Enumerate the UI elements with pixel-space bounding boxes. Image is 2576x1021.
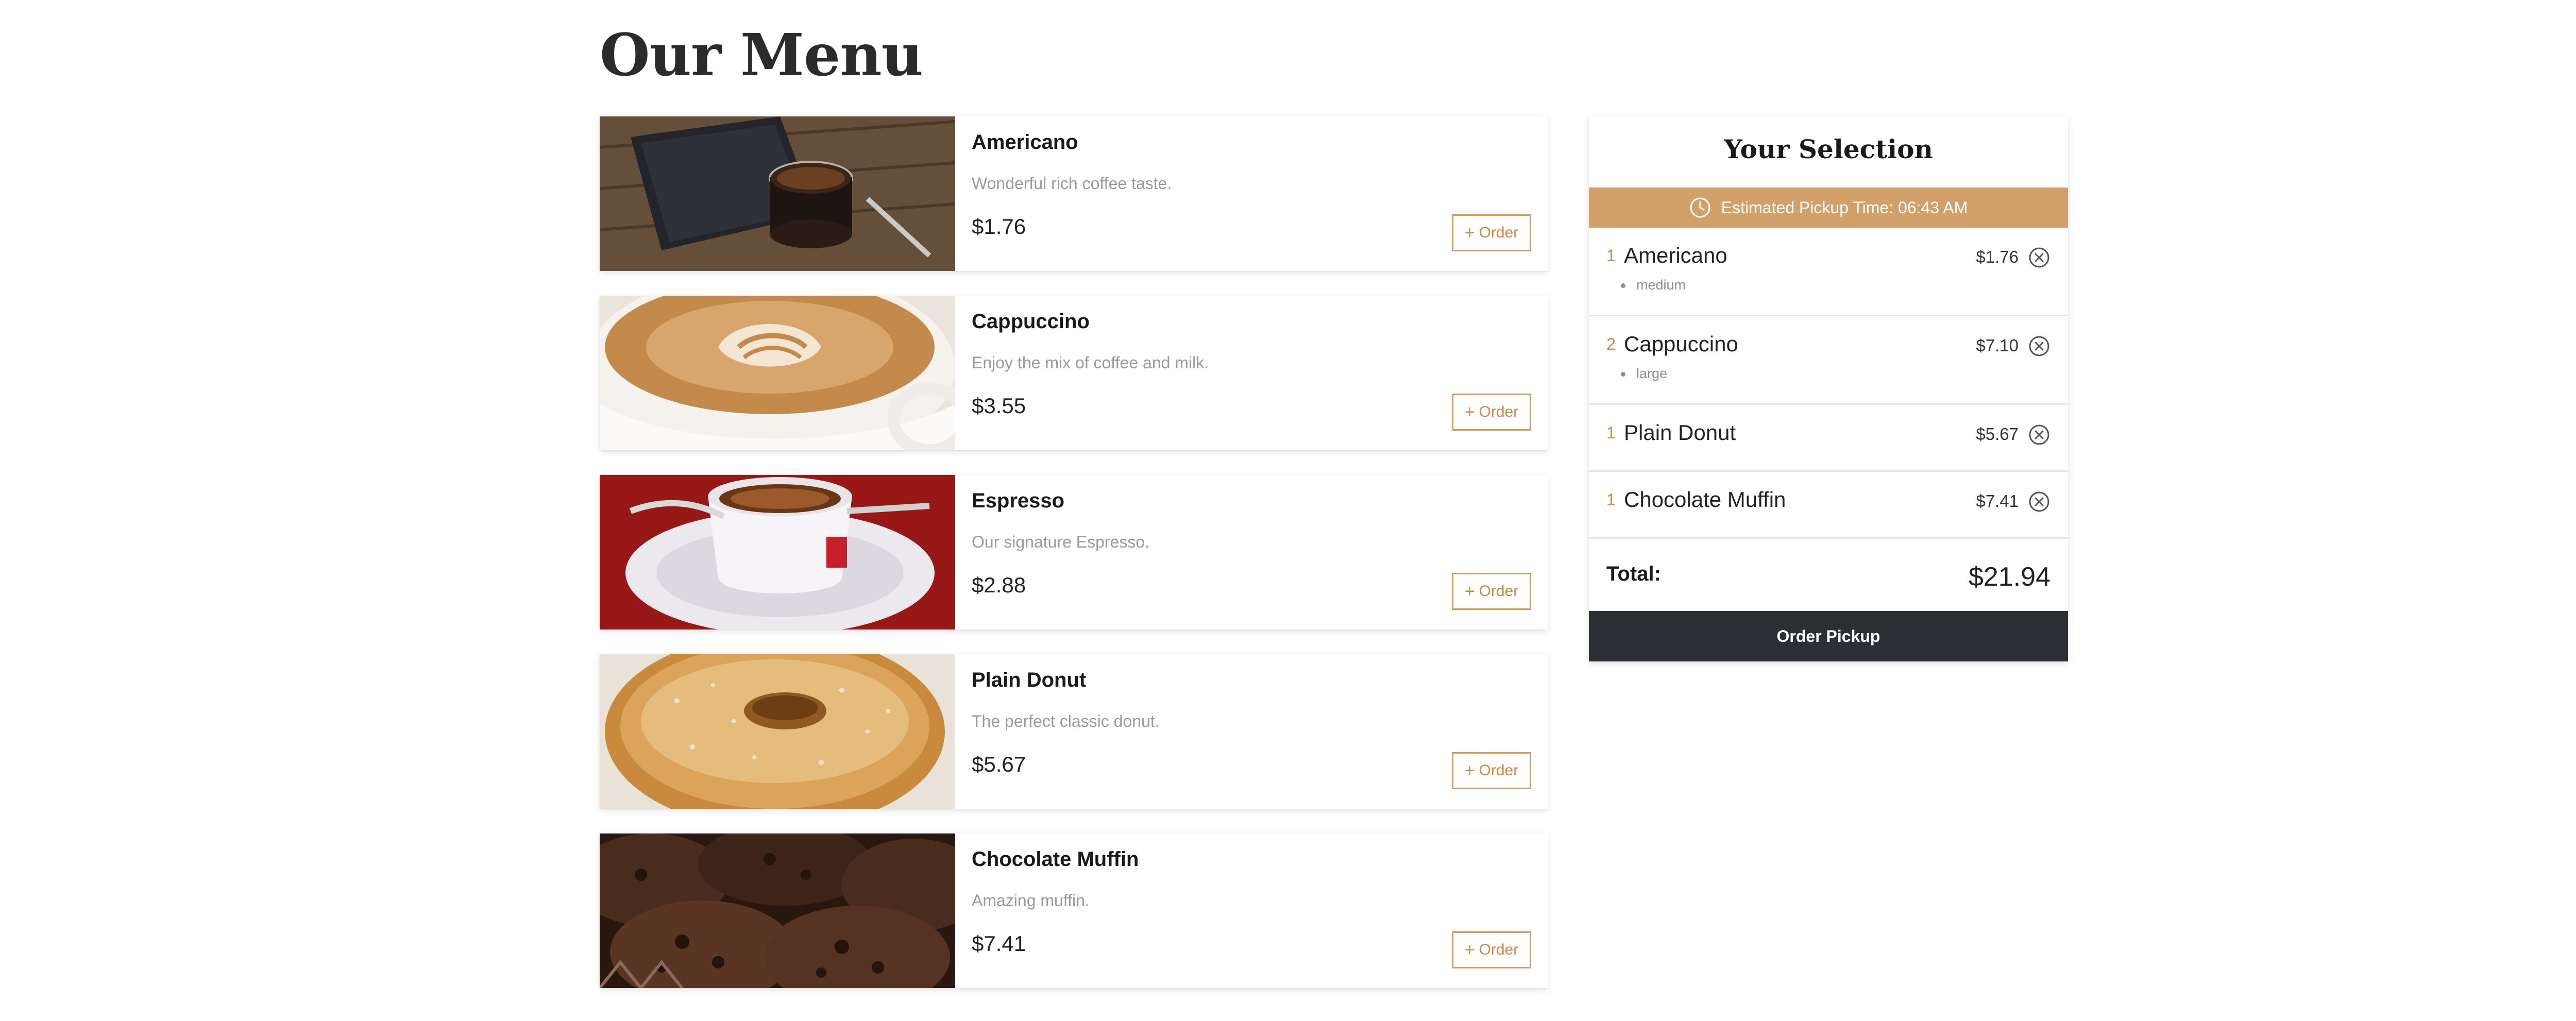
menu-item-price: $1.76 bbox=[972, 214, 1026, 239]
plus-icon: + bbox=[1464, 761, 1475, 780]
pickup-time-banner: Estimated Pickup Time: 06:43 AM bbox=[1589, 188, 2068, 228]
menu-item-espresso: Espresso Our signature Espresso. $2.88 +… bbox=[600, 475, 1548, 629]
menu-item-name: Americano bbox=[972, 131, 1078, 154]
order-pickup-button[interactable]: Order Pickup bbox=[1589, 611, 2068, 661]
remove-item-button[interactable] bbox=[2028, 490, 2050, 513]
menu-item-body: Americano Wonderful rich coffee taste. $… bbox=[955, 116, 1548, 271]
selection-title: Your Selection bbox=[1724, 134, 1933, 164]
selection-list: 1 Americano medium $1.76 2 Cappuccino la… bbox=[1589, 228, 2068, 539]
selection-panel: Your Selection Estimated Pickup Time: 06… bbox=[1589, 116, 2068, 661]
menu-item-chocolate-muffin: Chocolate Muffin Amazing muffin. $7.41 +… bbox=[600, 833, 1548, 988]
menu-item-description: Our signature Espresso. bbox=[972, 533, 1150, 551]
selection-item-size: medium bbox=[1620, 277, 1686, 293]
selection-row-plain-donut: 1 Plain Donut $5.67 bbox=[1589, 405, 2068, 472]
selection-qty: 1 bbox=[1606, 246, 1616, 265]
remove-item-button[interactable] bbox=[2028, 335, 2050, 358]
order-button-plain-donut[interactable]: + Order bbox=[1452, 752, 1531, 789]
menu-item-description: Wonderful rich coffee taste. bbox=[972, 174, 1172, 193]
selection-item-name: Americano bbox=[1624, 243, 1727, 267]
americano-photo bbox=[600, 116, 955, 271]
cappuccino-photo bbox=[600, 296, 955, 450]
plus-icon: + bbox=[1464, 940, 1475, 960]
order-button-chocolate-muffin[interactable]: + Order bbox=[1452, 931, 1531, 968]
muffin-photo bbox=[600, 833, 955, 988]
order-button-label: Order bbox=[1479, 762, 1519, 779]
selection-qty: 1 bbox=[1606, 423, 1616, 442]
order-button-cappuccino[interactable]: + Order bbox=[1452, 394, 1531, 431]
remove-item-button[interactable] bbox=[2028, 246, 2050, 269]
donut-photo bbox=[600, 654, 955, 809]
menu-item-name: Plain Donut bbox=[972, 669, 1087, 691]
plus-icon: + bbox=[1464, 402, 1475, 422]
page-title: Our Menu bbox=[600, 22, 923, 89]
menu-item-name: Cappuccino bbox=[972, 310, 1090, 333]
order-button-americano[interactable]: + Order bbox=[1452, 214, 1531, 251]
selection-item-price: $7.41 bbox=[1976, 491, 2019, 510]
menu-item-body: Espresso Our signature Espresso. $2.88 +… bbox=[955, 475, 1548, 629]
plus-icon: + bbox=[1464, 223, 1475, 243]
order-button-label: Order bbox=[1479, 224, 1519, 241]
order-button-label: Order bbox=[1479, 941, 1519, 958]
clock-icon bbox=[1689, 197, 1711, 218]
total-value: $21.94 bbox=[1968, 562, 2050, 592]
menu-item-description: The perfect classic donut. bbox=[972, 712, 1160, 730]
menu-item-body: Cappuccino Enjoy the mix of coffee and m… bbox=[955, 296, 1548, 450]
selection-row-americano: 1 Americano medium $1.76 bbox=[1589, 228, 2068, 316]
selection-row-chocolate-muffin: 1 Chocolate Muffin $7.41 bbox=[1589, 472, 2068, 539]
selection-item-name: Plain Donut bbox=[1624, 420, 1736, 445]
menu-item-name: Chocolate Muffin bbox=[972, 848, 1139, 871]
menu-list: Americano Wonderful rich coffee taste. $… bbox=[600, 116, 1548, 1013]
selection-item-price: $7.10 bbox=[1976, 336, 2019, 355]
menu-item-body: Chocolate Muffin Amazing muffin. $7.41 +… bbox=[955, 833, 1548, 988]
close-circle-icon bbox=[2029, 247, 2049, 268]
remove-item-button[interactable] bbox=[2028, 423, 2050, 446]
menu-item-plain-donut: Plain Donut The perfect classic donut. $… bbox=[600, 654, 1548, 809]
close-circle-icon bbox=[2029, 424, 2049, 445]
menu-item-price: $2.88 bbox=[972, 573, 1026, 597]
menu-item-description: Enjoy the mix of coffee and milk. bbox=[972, 353, 1209, 372]
order-button-espresso[interactable]: + Order bbox=[1452, 573, 1531, 610]
selection-item-name: Chocolate Muffin bbox=[1624, 487, 1786, 512]
selection-item-price: $5.67 bbox=[1976, 424, 2019, 444]
menu-item-price: $3.55 bbox=[972, 394, 1026, 418]
menu-item-description: Amazing muffin. bbox=[972, 891, 1090, 910]
selection-item-name: Cappuccino bbox=[1624, 332, 1738, 356]
selection-item-price: $1.76 bbox=[1976, 247, 2019, 266]
selection-qty: 2 bbox=[1606, 335, 1616, 353]
menu-page: Our Menu Americano Wonderful rich coffee… bbox=[0, 0, 2576, 1021]
order-button-label: Order bbox=[1479, 583, 1519, 600]
close-circle-icon bbox=[2029, 336, 2049, 356]
plus-icon: + bbox=[1464, 582, 1475, 601]
espresso-photo bbox=[600, 475, 955, 629]
selection-qty: 1 bbox=[1606, 490, 1616, 509]
total-label: Total: bbox=[1606, 563, 1661, 585]
menu-item-body: Plain Donut The perfect classic donut. $… bbox=[955, 654, 1548, 809]
close-circle-icon bbox=[2029, 491, 2049, 512]
menu-item-americano: Americano Wonderful rich coffee taste. $… bbox=[600, 116, 1548, 271]
menu-item-name: Espresso bbox=[972, 489, 1065, 512]
menu-item-cappuccino: Cappuccino Enjoy the mix of coffee and m… bbox=[600, 296, 1548, 450]
menu-item-price: $5.67 bbox=[972, 752, 1026, 776]
selection-item-size: large bbox=[1620, 366, 1668, 381]
total-row: Total: $21.94 bbox=[1589, 543, 2068, 611]
selection-row-cappuccino: 2 Cappuccino large $7.10 bbox=[1589, 316, 2068, 405]
menu-item-price: $7.41 bbox=[972, 931, 1026, 956]
pickup-time-text: Estimated Pickup Time: 06:43 AM bbox=[1721, 198, 1968, 217]
order-button-label: Order bbox=[1479, 403, 1519, 420]
